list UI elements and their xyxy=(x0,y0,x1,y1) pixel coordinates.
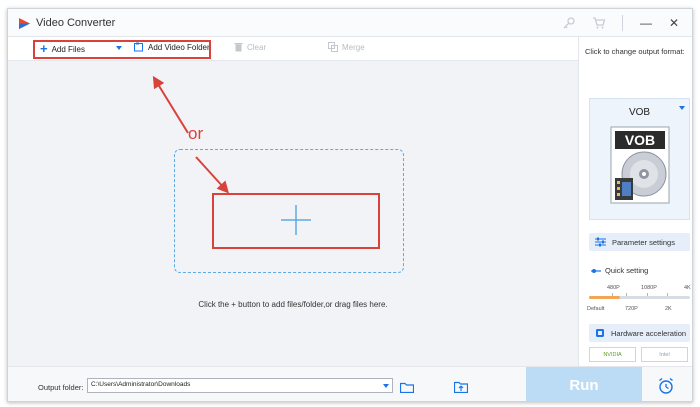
cart-icon[interactable] xyxy=(592,16,606,30)
parameter-settings-button[interactable]: Parameter settings xyxy=(589,233,690,251)
vob-format-icon: VOB xyxy=(610,126,670,204)
output-folder-label: Output folder: xyxy=(38,383,84,392)
app-title: Video Converter xyxy=(36,17,116,29)
hardware-acceleration-button[interactable]: Hardware acceleration xyxy=(589,324,690,342)
slider-label-720p: 720P xyxy=(625,306,638,312)
slider-label-2k: 2K xyxy=(665,306,672,312)
slider-label-default: Default xyxy=(587,306,605,312)
intel-chip[interactable]: Intel xyxy=(641,347,688,362)
clear-button[interactable]: Clear xyxy=(234,42,266,52)
plus-highlight-box xyxy=(212,193,380,249)
sliders-icon xyxy=(595,237,606,247)
slider-tick xyxy=(612,293,613,296)
app-logo-icon xyxy=(19,18,30,29)
bottom-bar: Output folder: C:\Users\Administrator\Do… xyxy=(8,366,692,401)
file-drop-area[interactable]: or Click the + button to add files/folde… xyxy=(8,61,578,366)
toolbar: + Add Files Add Video Folder Clear Merge xyxy=(8,37,578,61)
slider-tick xyxy=(647,293,648,296)
merge-icon xyxy=(328,42,338,52)
or-annotation: or xyxy=(188,124,204,143)
intel-label: Intel xyxy=(659,351,670,358)
quick-setting-label: Quick setting xyxy=(605,266,649,275)
output-format-panel: Click to change output format: VOB VOB P… xyxy=(578,37,692,366)
alarm-clock-icon[interactable] xyxy=(657,377,675,395)
slider-tick xyxy=(626,293,627,296)
arrow-to-toolbar xyxy=(152,75,189,134)
vob-icon-text: VOB xyxy=(625,132,655,148)
output-format-selector[interactable]: VOB VOB xyxy=(589,98,690,220)
drop-hint-text: Click the + button to add files/folder,o… xyxy=(198,300,388,309)
toolbar-highlight-box xyxy=(33,40,211,59)
slider-tick xyxy=(667,293,668,296)
clear-label: Clear xyxy=(247,42,267,52)
quality-slider[interactable] xyxy=(589,296,690,299)
key-icon[interactable] xyxy=(562,16,576,30)
parameter-settings-label: Parameter settings xyxy=(612,237,675,247)
app-window: Video Converter — ✕ + Add Files Add Vide… xyxy=(7,8,693,402)
title-separator xyxy=(622,15,623,31)
quick-setting-icon xyxy=(591,268,601,273)
output-folder-dropdown-icon[interactable] xyxy=(383,384,389,388)
output-folder-field[interactable]: C:\Users\Administrator\Downloads xyxy=(87,378,393,393)
merge-button[interactable]: Merge xyxy=(328,42,365,52)
chip-icon xyxy=(596,329,604,337)
change-format-label: Click to change output format: xyxy=(585,47,685,56)
minimize-button[interactable]: — xyxy=(636,13,656,33)
format-name: VOB xyxy=(628,107,651,118)
run-button[interactable]: Run xyxy=(526,367,642,401)
slider-label-1080p: 1080P xyxy=(641,285,657,291)
trash-icon xyxy=(234,43,243,52)
format-dropdown-icon[interactable] xyxy=(679,106,685,110)
quick-setting-title: Quick setting xyxy=(591,266,648,275)
slider-label-4k: 4K xyxy=(684,285,691,291)
merge-label: Merge xyxy=(342,42,365,52)
nvidia-label: NVIDIA xyxy=(603,351,622,358)
open-output-folder-icon[interactable] xyxy=(454,381,468,393)
nvidia-chip[interactable]: NVIDIA xyxy=(589,347,636,362)
browse-folder-icon[interactable] xyxy=(400,382,414,393)
title-bar: Video Converter — ✕ xyxy=(8,9,692,37)
close-button[interactable]: ✕ xyxy=(664,13,684,33)
slider-label-480p: 480P xyxy=(607,285,620,291)
hardware-acceleration-label: Hardware acceleration xyxy=(611,328,687,338)
